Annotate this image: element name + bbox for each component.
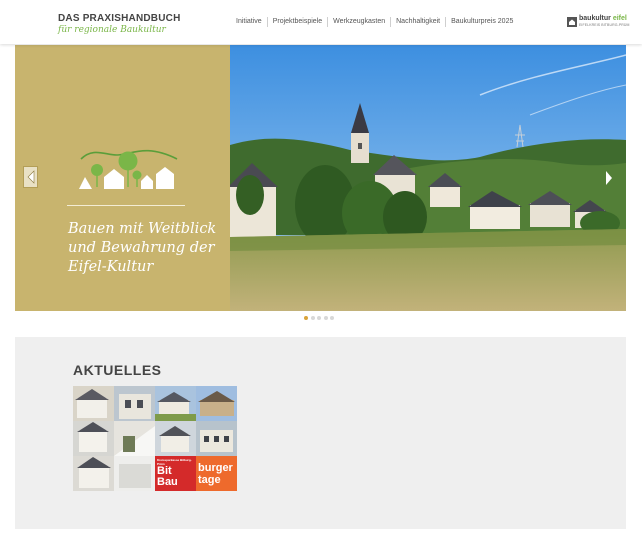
badge-text-tage: tage <box>198 474 221 486</box>
house-mark-icon <box>567 16 577 27</box>
brand-name: baukultur eifel <box>579 15 630 23</box>
news-section: AKTUELLES Kreissparkasse Bitburg-Prüm Bi… <box>15 337 626 529</box>
slider-dot-1[interactable] <box>304 316 308 320</box>
badge-text-bau: Bau <box>157 476 178 488</box>
slider-next-button[interactable] <box>603 168 615 188</box>
hero-text-panel: Bauen mit Weitblick und Bewahrung der Ei… <box>15 45 230 311</box>
badge-text-burger: burger <box>198 462 233 474</box>
nav-item-werkzeugkasten[interactable]: Werkzeugkasten <box>328 17 390 27</box>
brand-subline: EIFELKREIS BITBURG-PRÜM <box>579 23 630 27</box>
chevron-left-icon <box>27 170 34 184</box>
slider-pagination <box>304 316 337 320</box>
brand-part2: eifel <box>612 15 627 22</box>
news-heading: AKTUELLES <box>73 362 162 378</box>
nav-item-projektbeispiele[interactable]: Projektbeispiele <box>268 17 327 27</box>
hero-headline: Bauen mit Weitblick und Bewahrung der Ei… <box>68 221 217 275</box>
village-landscape-photo <box>230 45 626 311</box>
site-logo[interactable]: DAS PRAXISHANDBUCH für regionale Baukult… <box>58 13 181 36</box>
logo-subtitle: für regionale Baukultur <box>58 25 166 35</box>
site-header: DAS PRAXISHANDBUCH für regionale Baukult… <box>0 0 642 44</box>
thumbnail-badge-left: Kreissparkasse Bitburg-Prüm Bit Bau <box>157 458 196 491</box>
slider-dot-3[interactable] <box>317 316 321 320</box>
hero-slider: Bauen mit Weitblick und Bewahrung der Ei… <box>15 45 626 311</box>
thumbnail-badge-right: burger tage <box>198 462 237 491</box>
village-illustration-icon <box>79 149 178 189</box>
nav-item-baukulturpreis[interactable]: Baukulturpreis 2025 <box>446 17 518 27</box>
slider-dot-2[interactable] <box>310 316 315 320</box>
slider-dot-4[interactable] <box>323 316 328 320</box>
logo-title: DAS PRAXISHANDBUCH <box>58 13 181 24</box>
nav-item-nachhaltigkeit[interactable]: Nachhaltigkeit <box>391 17 445 27</box>
slider-dot-5[interactable] <box>330 316 334 320</box>
brand-part1: baukultur <box>579 15 611 22</box>
baukultur-eifel-logo[interactable]: baukultur eifel EIFELKREIS BITBURG-PRÜM <box>567 15 630 28</box>
chevron-right-icon <box>606 171 612 185</box>
main-nav: Initiative Projektbeispiele Werkzeugkast… <box>231 17 518 27</box>
news-thumbnail[interactable]: Kreissparkasse Bitburg-Prüm Bit Bau burg… <box>73 386 237 491</box>
hero-divider <box>67 205 185 206</box>
slider-prev-button[interactable] <box>23 166 38 188</box>
nav-item-initiative[interactable]: Initiative <box>231 17 267 27</box>
